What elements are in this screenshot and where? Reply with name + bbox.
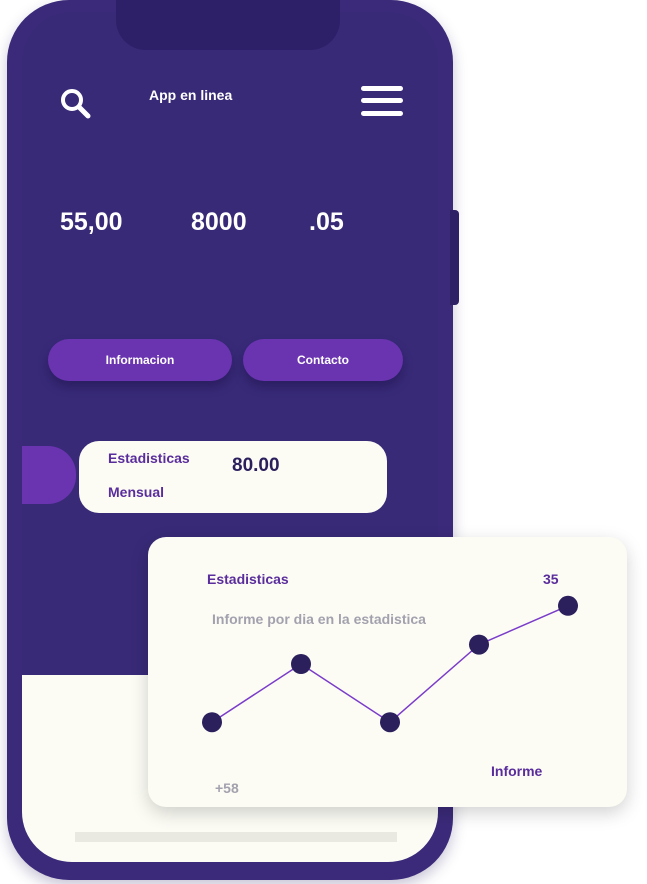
- chart-point-5[interactable]: [558, 595, 578, 616]
- home-indicator-bar: [75, 832, 397, 842]
- stats-card-value: 80.00: [232, 455, 280, 476]
- chart-footer-label[interactable]: Informe: [491, 763, 542, 779]
- informacion-button[interactable]: Informacion: [48, 339, 232, 381]
- chart-series-line: [211, 605, 569, 724]
- search-icon[interactable]: [58, 86, 92, 120]
- stats-card-label: Estadisticas: [108, 450, 190, 466]
- menu-line: [361, 86, 403, 91]
- chart-point-1[interactable]: [202, 712, 222, 733]
- phone-side-button: [450, 210, 459, 305]
- side-tab[interactable]: [22, 446, 76, 504]
- stat-value-3: .05: [309, 208, 344, 236]
- menu-line: [361, 111, 403, 116]
- stat-value-1: 55,00: [60, 208, 123, 236]
- hamburger-menu-icon[interactable]: [361, 86, 403, 116]
- chart-point-3[interactable]: [380, 712, 400, 733]
- chart-point-4[interactable]: [469, 634, 489, 655]
- app-title: App en linea: [149, 87, 233, 103]
- monthly-stats-card[interactable]: Estadisticas Mensual 80.00: [79, 441, 387, 513]
- stat-value-2: 8000: [191, 208, 247, 236]
- phone-notch: [116, 0, 340, 50]
- chart-start-label: +58: [215, 780, 239, 796]
- menu-line: [361, 98, 403, 103]
- chart-point-2[interactable]: [291, 654, 311, 674]
- stage: App en linea 55,00 8000 .05 Informacion …: [0, 0, 647, 884]
- stats-card-sublabel: Mensual: [108, 484, 165, 500]
- line-chart: [202, 595, 578, 733]
- chart-card[interactable]: Estadisticas 35 Informe por dia en la es…: [148, 537, 627, 807]
- contacto-button[interactable]: Contacto: [243, 339, 403, 381]
